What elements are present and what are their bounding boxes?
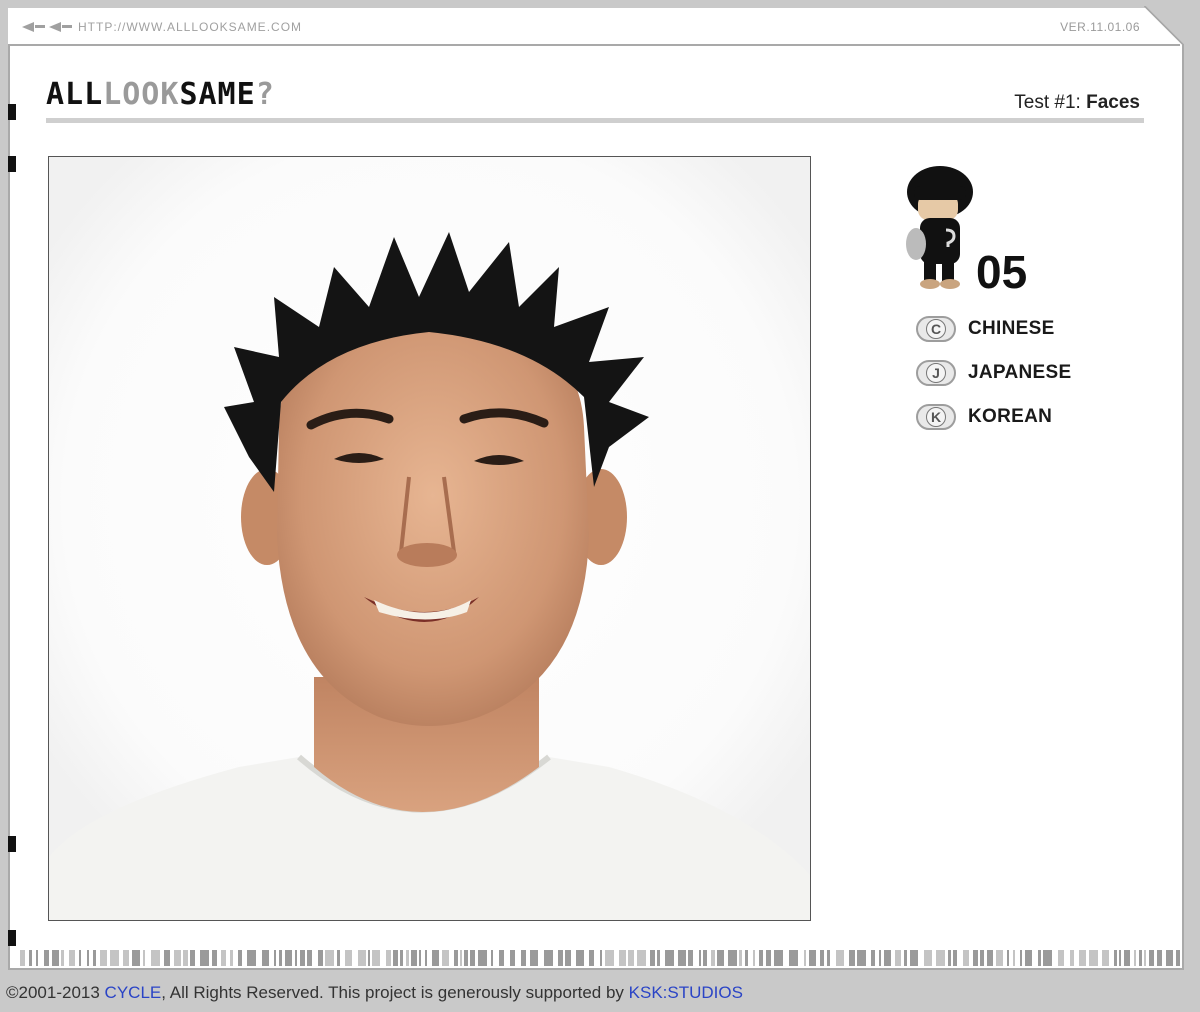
choice-label[interactable]: KOREAN (968, 406, 1052, 428)
logo-same: SAME (179, 77, 256, 112)
back-arrows-icon[interactable] (22, 22, 72, 34)
footer: ©2001-2013 CYCLE, All Rights Reserved. T… (6, 983, 743, 1003)
test-name: Faces (1086, 92, 1140, 113)
key-j-icon[interactable]: J (916, 360, 956, 386)
answer-choices: C CHINESE J JAPANESE K KOREAN (916, 316, 1071, 448)
test-label: Test #1: (1014, 92, 1087, 113)
ksk-studios-link[interactable]: KSK:STUDIOS (629, 983, 743, 1002)
url-bar: HTTP://WWW.ALLLOOKSAME.COM VER.11.01.06 (8, 6, 1184, 46)
face-photo (48, 156, 811, 921)
choice-japanese[interactable]: J JAPANESE (916, 360, 1071, 386)
url-text: HTTP://WWW.ALLLOOKSAME.COM (78, 20, 303, 34)
edge-tick (8, 156, 16, 172)
choice-label[interactable]: JAPANESE (968, 362, 1071, 384)
footer-text: , All Rights Reserved. This project is g… (161, 983, 629, 1002)
mascot-icon (900, 164, 980, 296)
cycle-link[interactable]: CYCLE (105, 983, 162, 1002)
edge-tick (8, 930, 16, 946)
score-counter: 05 (976, 246, 1028, 298)
logo-look: LOOK (103, 77, 180, 112)
corner-cut-decoration (1144, 6, 1184, 46)
choice-label[interactable]: CHINESE (968, 318, 1055, 340)
edge-tick (8, 104, 16, 120)
site-logo[interactable]: ALLLOOKSAME? (46, 78, 275, 112)
version-text: VER.11.01.06 (1060, 20, 1140, 34)
key-c-icon[interactable]: C (916, 316, 956, 342)
logo-all: ALL (46, 77, 104, 112)
choice-korean[interactable]: K KOREAN (916, 404, 1071, 430)
footer-copyright: ©2001-2013 (6, 983, 105, 1002)
logo-question: ? (255, 77, 275, 112)
portrait-illustration (49, 157, 810, 920)
edge-tick (8, 836, 16, 852)
choice-chinese[interactable]: C CHINESE (916, 316, 1071, 342)
key-k-icon[interactable]: K (916, 404, 956, 430)
test-title: Test #1: Faces (1014, 92, 1140, 114)
header-divider (46, 118, 1144, 123)
barcode-decoration (20, 950, 1180, 966)
